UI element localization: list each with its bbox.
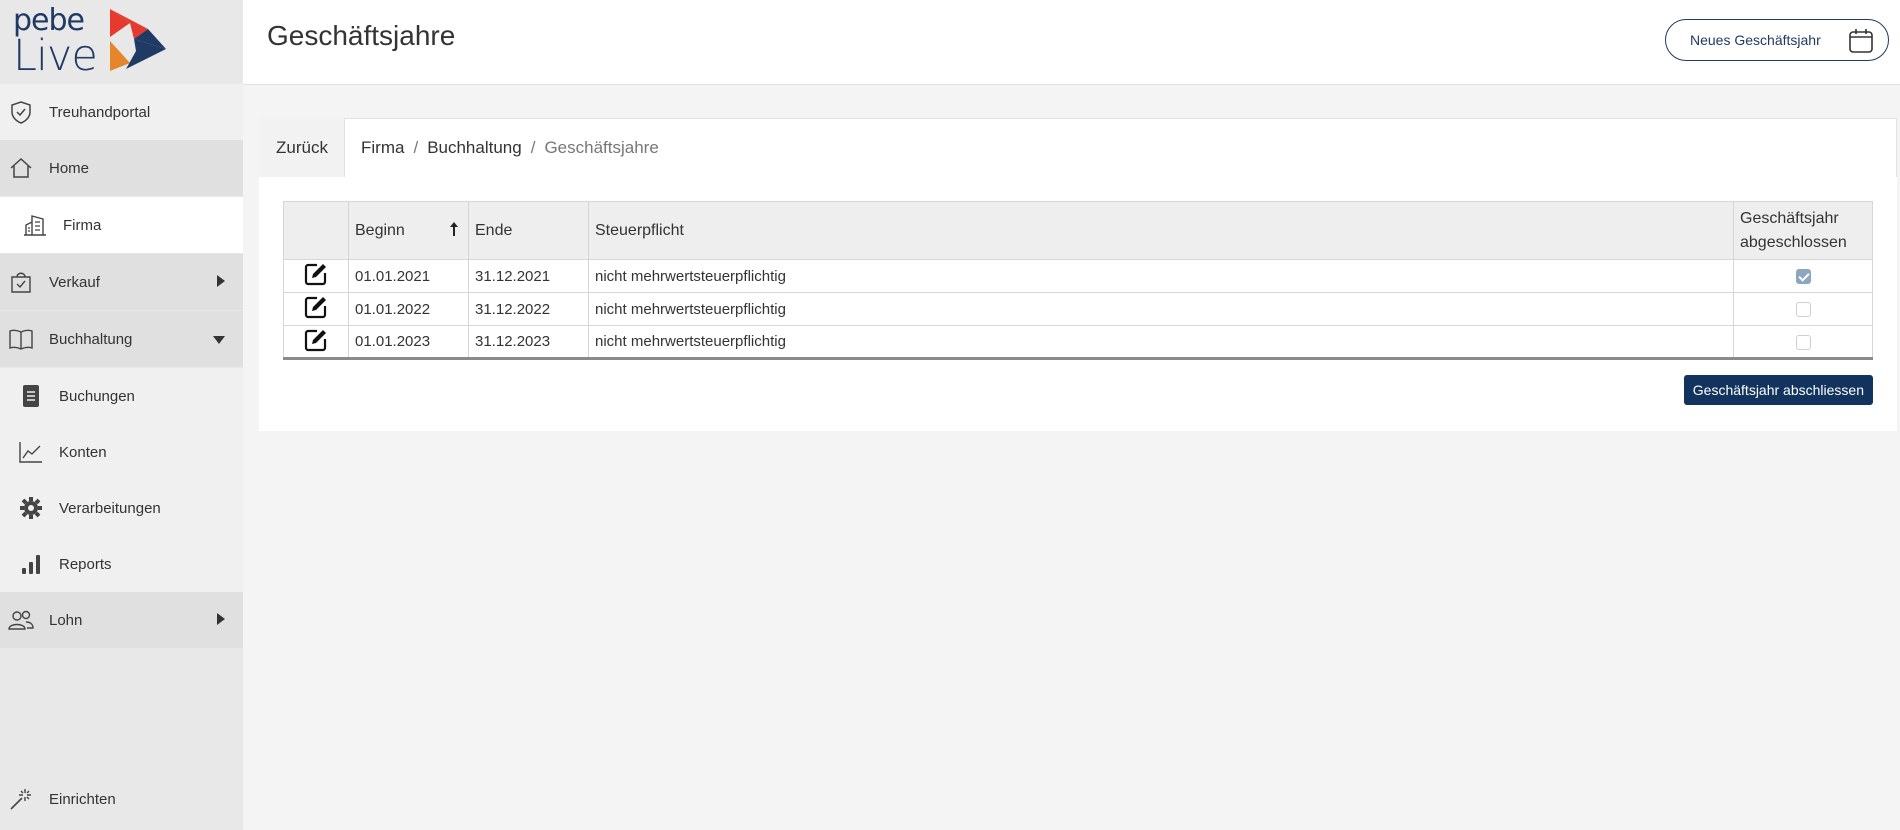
- breadcrumb-item-current: Geschäftsjahre: [544, 138, 659, 157]
- page-title: Geschäftsjahre: [267, 20, 456, 51]
- breadcrumb-item-firma[interactable]: Firma: [361, 138, 404, 158]
- calendar-icon: [1848, 28, 1874, 57]
- sidebar-item-verarbeitungen[interactable]: Verarbeitungen: [0, 480, 243, 536]
- page-header: Geschäftsjahre Neues Geschäftsjahr: [243, 0, 1900, 85]
- sidebar-item-firma[interactable]: Firma: [0, 197, 243, 253]
- sidebar-item-buchhaltung[interactable]: Buchhaltung: [0, 311, 243, 367]
- breadcrumb-separator: /: [413, 138, 419, 157]
- sidebar-item-label: Verarbeitungen: [59, 499, 161, 517]
- cell-steuerpflicht: nicht mehrwertsteuerpflichtig: [588, 292, 1734, 326]
- magic-wand-icon: [8, 786, 34, 812]
- home-icon: [8, 155, 34, 181]
- sidebar-item-reports[interactable]: Reports: [0, 536, 243, 592]
- breadcrumb-separator: /: [530, 138, 536, 157]
- sort-ascending-icon: [450, 222, 458, 241]
- column-header-label: Ende: [475, 221, 513, 239]
- edit-icon[interactable]: [304, 329, 328, 356]
- back-link[interactable]: Zurück: [276, 138, 328, 158]
- cell-abgeschlossen: [1734, 326, 1873, 359]
- sidebar-item-label: Lohn: [49, 611, 83, 629]
- sidebar-item-verkauf[interactable]: Verkauf: [0, 254, 243, 310]
- shield-check-icon: [8, 99, 34, 125]
- sidebar-item-konten[interactable]: Konten: [0, 424, 243, 480]
- edit-cell: [283, 325, 349, 359]
- close-fiscal-year-button[interactable]: Geschäftsjahr abschliessen: [1683, 375, 1873, 405]
- column-header-ende[interactable]: Ende: [468, 201, 589, 260]
- sidebar-item-label: Treuhandportal: [49, 103, 151, 121]
- gear-icon: [18, 495, 44, 521]
- closed-checkbox[interactable]: [1795, 269, 1811, 285]
- sidebar-item-buchungen[interactable]: Buchungen: [0, 368, 243, 424]
- sidebar-item-treuhandportal[interactable]: Treuhandportal: [0, 84, 243, 140]
- book-icon: [8, 326, 34, 352]
- caret-down-icon: [213, 331, 225, 348]
- logo-mark-icon: [110, 9, 166, 71]
- breadcrumb-item-buchhaltung[interactable]: Buchhaltung: [427, 138, 522, 158]
- sidebar: pebe Live Treuhandportal Home Firma Verk…: [0, 0, 243, 830]
- table-row: 01.01.2021 31.12.2021 nicht mehrwertsteu…: [283, 259, 1873, 293]
- column-header-beginn[interactable]: Beginn: [348, 201, 469, 260]
- bar-chart-icon: [18, 551, 44, 577]
- column-header-edit: [283, 201, 349, 260]
- cell-ende: 31.12.2021: [468, 259, 589, 293]
- sidebar-item-label: Verkauf: [49, 273, 100, 291]
- table-header-row: Beginn Ende Steuerpflicht Geschäftsjahr …: [283, 201, 1873, 260]
- column-header-steuerpflicht[interactable]: Steuerpflicht: [588, 201, 1734, 260]
- shopping-bag-icon: [8, 269, 34, 295]
- building-icon: [22, 212, 48, 238]
- users-icon: [8, 607, 34, 633]
- cell-ende: 31.12.2022: [468, 292, 589, 326]
- cell-ende: 31.12.2023: [468, 325, 589, 359]
- fiscal-years-table: Beginn Ende Steuerpflicht Geschäftsjahr …: [283, 201, 1873, 360]
- app-logo[interactable]: pebe Live: [0, 0, 243, 84]
- column-header-label: Beginn: [355, 221, 405, 239]
- content-card: Beginn Ende Steuerpflicht Geschäftsjahr …: [259, 177, 1897, 431]
- closed-checkbox[interactable]: [1795, 334, 1811, 350]
- cell-abgeschlossen: [1733, 259, 1873, 293]
- caret-right-icon: [217, 274, 225, 291]
- cell-steuerpflicht: nicht mehrwertsteuerpflichtig: [588, 259, 1734, 293]
- breadcrumb: Firma / Buchhaltung / Geschäftsjahre: [344, 118, 1897, 177]
- table-row: 01.01.2023 31.12.2023 nicht mehrwertsteu…: [283, 325, 1873, 359]
- sidebar-item-lohn[interactable]: Lohn: [0, 592, 243, 648]
- column-header-label: Steuerpflicht: [595, 221, 684, 239]
- column-header-label: Geschäftsjahr: [1740, 209, 1839, 227]
- sidebar-item-label: Buchhaltung: [49, 330, 133, 348]
- sidebar-item-label: Reports: [59, 555, 112, 573]
- line-chart-icon: [18, 439, 44, 465]
- cell-beginn: 01.01.2021: [348, 259, 469, 293]
- table-row: 01.01.2022 31.12.2022 nicht mehrwertsteu…: [283, 292, 1873, 326]
- sidebar-item-label: Firma: [63, 216, 102, 234]
- breadcrumb-bar: Zurück Firma / Buchhaltung / Geschäftsja…: [259, 118, 1897, 177]
- caret-right-icon: [217, 612, 225, 629]
- cell-steuerpflicht: nicht mehrwertsteuerpflichtig: [588, 325, 1734, 359]
- cell-beginn: 01.01.2023: [348, 325, 469, 359]
- edit-cell: [283, 292, 349, 326]
- document-icon: [18, 383, 44, 409]
- edit-cell: [283, 259, 349, 293]
- sidebar-item-label: Konten: [59, 443, 107, 461]
- new-fiscal-year-label: Neues Geschäftsjahr: [1690, 32, 1821, 48]
- sidebar-item-label: Buchungen: [59, 387, 135, 405]
- column-header-abgeschlossen[interactable]: Geschäftsjahr abgeschlossen: [1733, 201, 1873, 260]
- new-fiscal-year-button[interactable]: Neues Geschäftsjahr: [1665, 19, 1889, 61]
- edit-icon[interactable]: [304, 296, 328, 323]
- edit-icon[interactable]: [304, 263, 328, 290]
- sidebar-item-label: Einrichten: [49, 790, 116, 808]
- sidebar-item-einrichten[interactable]: Einrichten: [0, 771, 243, 827]
- sidebar-item-home[interactable]: Home: [0, 140, 243, 196]
- column-header-label: abgeschlossen: [1740, 233, 1847, 251]
- sidebar-item-label: Home: [49, 159, 90, 177]
- cell-beginn: 01.01.2022: [348, 292, 469, 326]
- closed-checkbox[interactable]: [1795, 302, 1811, 318]
- cell-abgeschlossen: [1733, 292, 1873, 326]
